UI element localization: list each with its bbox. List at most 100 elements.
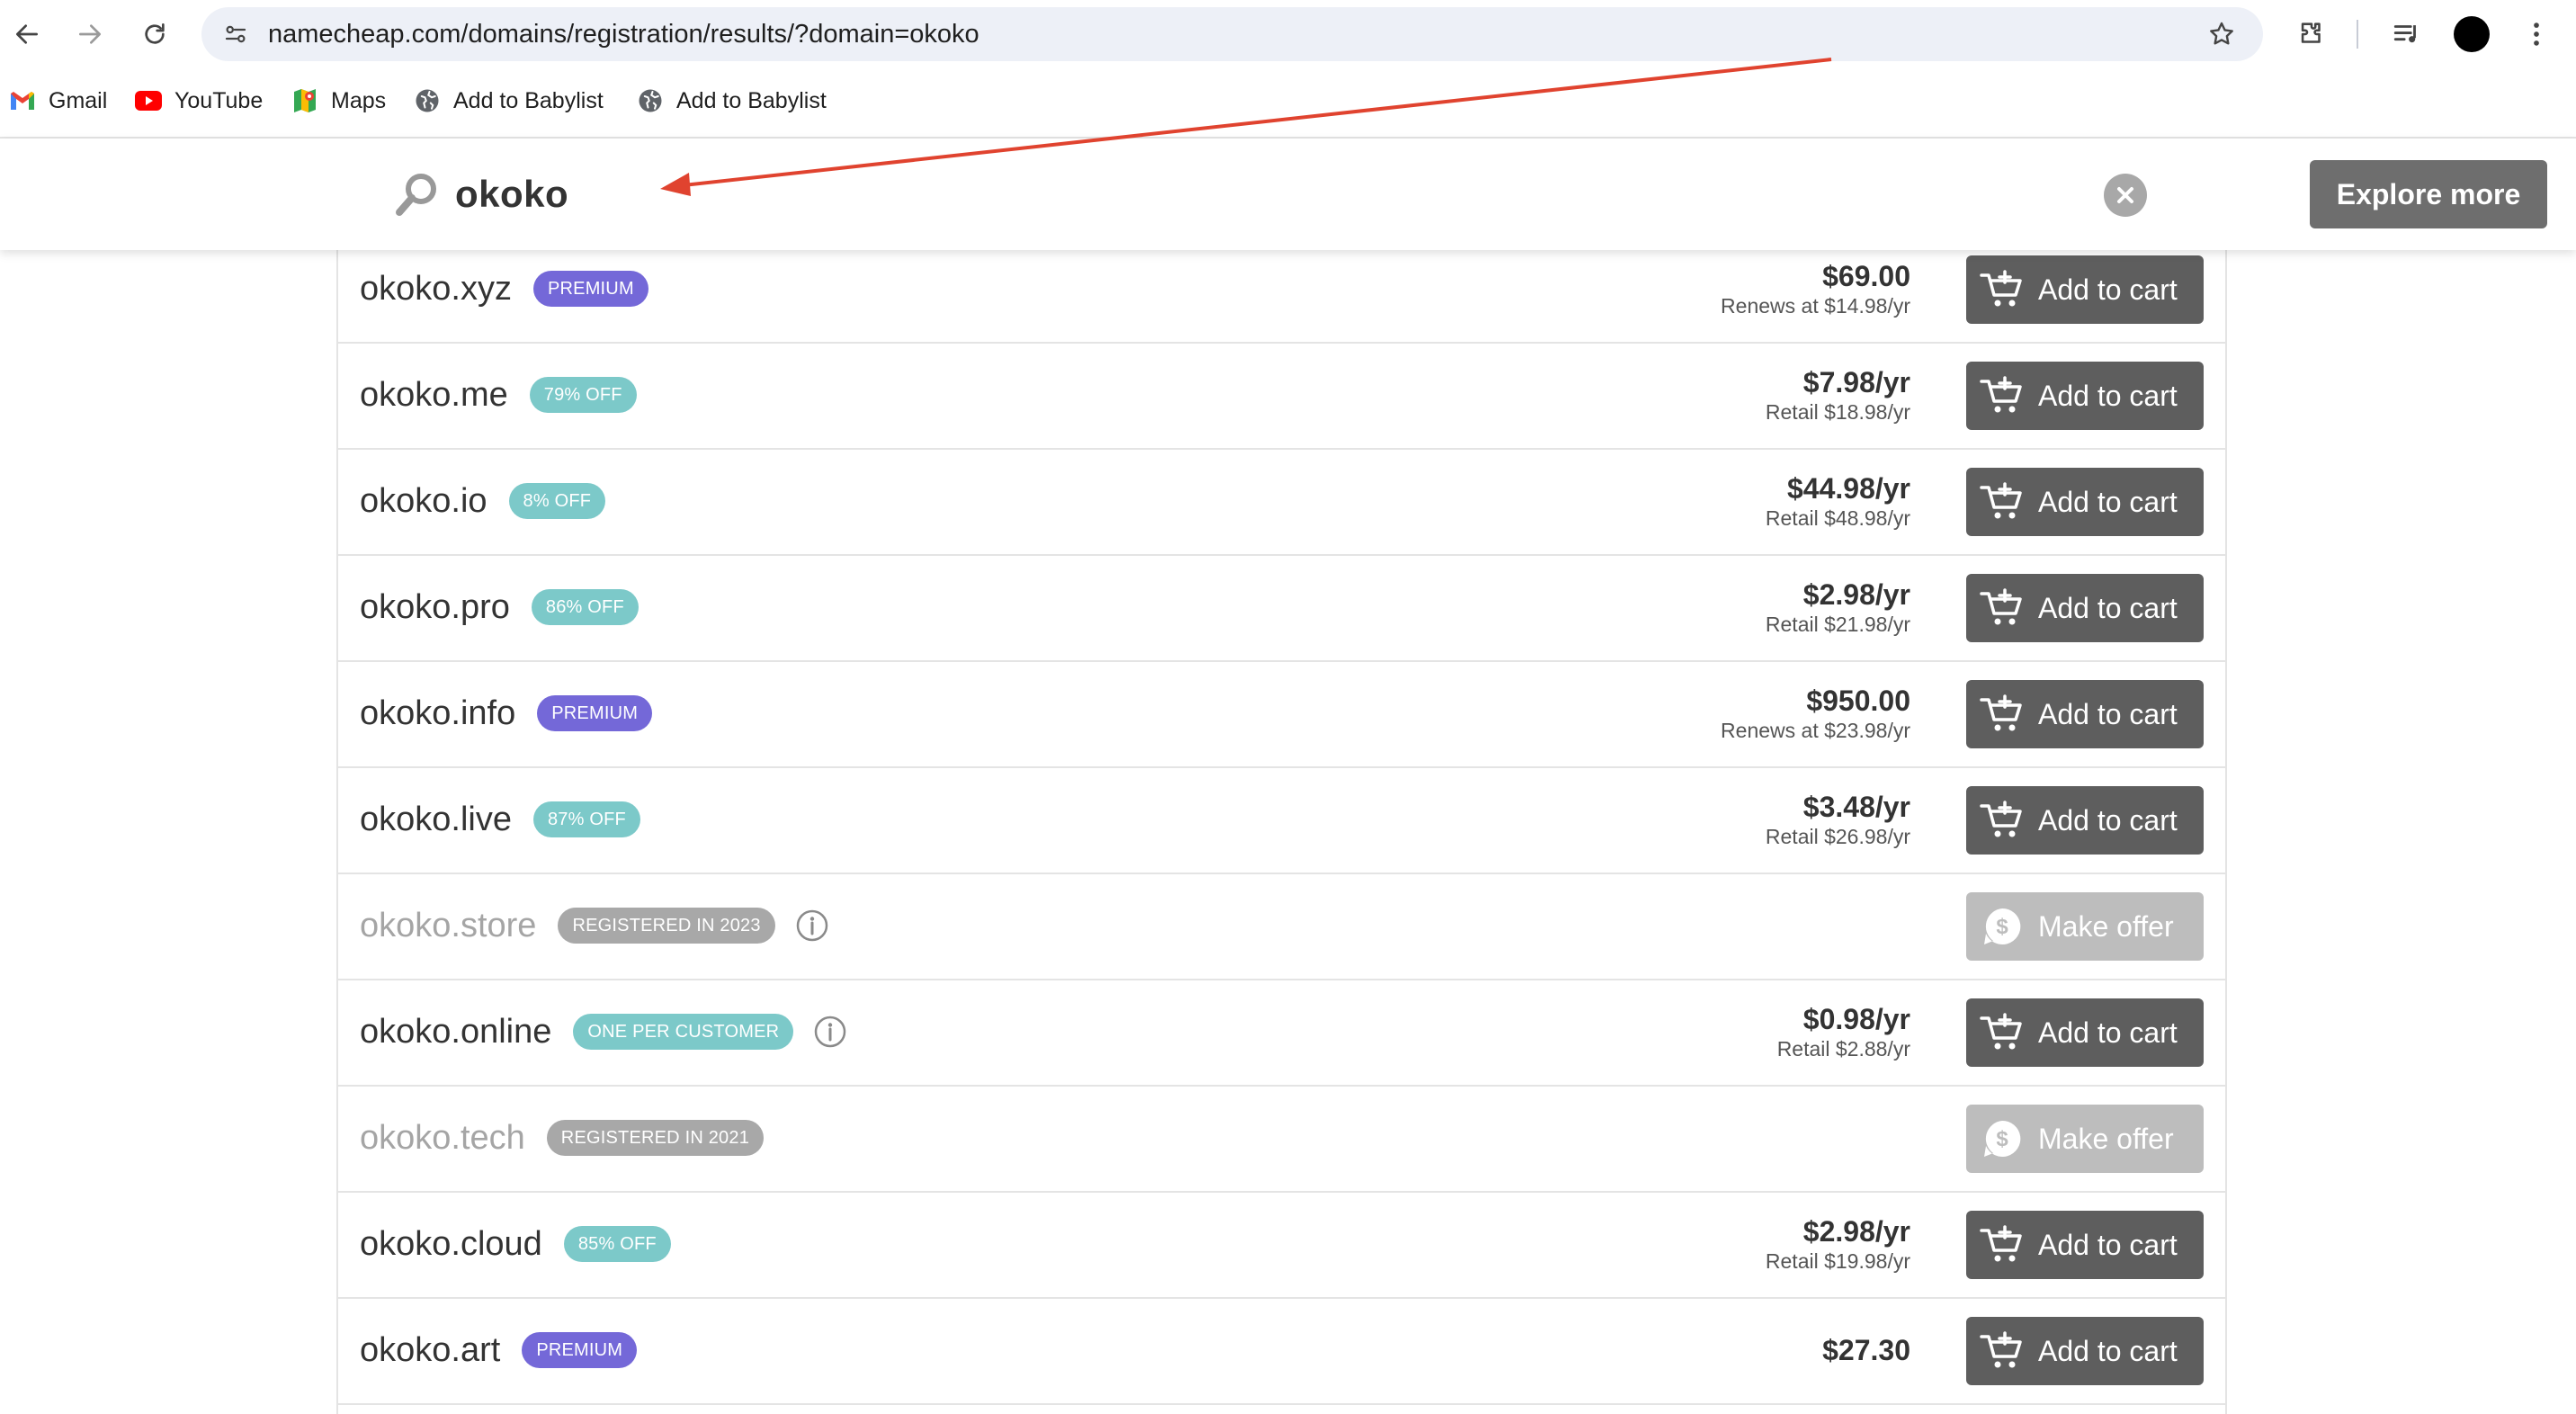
button-label: Add to cart: [2038, 1016, 2178, 1049]
puzzle-icon: [2301, 22, 2321, 43]
domain-name[interactable]: okoko.tech: [360, 1119, 525, 1158]
add-to-cart-button[interactable]: Add to cart: [1966, 255, 2204, 324]
status-badge: REGISTERED IN 2021: [546, 1120, 765, 1156]
gmail-icon: [7, 85, 38, 116]
domain-name[interactable]: okoko.cloud: [360, 1225, 542, 1264]
status-badge: PREMIUM: [537, 695, 653, 731]
price: $27.30: [1822, 1334, 1910, 1366]
button-label: Add to cart: [2038, 1228, 2178, 1261]
cart-icon: [1979, 1329, 2026, 1373]
button-label: Add to cart: [2038, 697, 2178, 730]
domain-info: okoko.xyz PREMIUM: [360, 236, 648, 342]
status-badge: ONE PER CUSTOMER: [573, 1014, 794, 1050]
bookmark-babylist-1[interactable]: Add to Babylist: [412, 81, 604, 121]
status-badge: REGISTERED IN 2023: [558, 908, 775, 944]
domain-name[interactable]: okoko.live: [360, 801, 512, 839]
address-url[interactable]: namecheap.com/domains/registration/resul…: [268, 7, 979, 61]
bookmark-star-icon[interactable]: [2204, 16, 2240, 52]
bookmark-babylist-2[interactable]: Add to Babylist: [635, 81, 827, 121]
domain-info: okoko.live 87% OFF: [360, 766, 640, 873]
domain-info: okoko.online ONE PER CUSTOMER: [360, 979, 847, 1085]
add-to-cart-button[interactable]: Add to cart: [1966, 998, 2204, 1067]
price-block: $950.00 Renews at $23.98/yr: [1721, 660, 1910, 766]
bookmark-label: YouTube: [174, 87, 264, 113]
add-to-cart-button[interactable]: Add to cart: [1966, 468, 2204, 536]
status-badge: 85% OFF: [563, 1226, 671, 1262]
browser-toolbar: namecheap.com/domains/registration/resul…: [0, 0, 2576, 68]
info-icon[interactable]: [795, 908, 829, 943]
domain-results-list: okoko.xyz PREMIUM $69.00 Renews at $14.98/y…: [336, 236, 2227, 1414]
cart-icon: [1979, 268, 2026, 311]
price-block: $0.98/yr Retail $2.88/yr: [1777, 979, 1910, 1085]
domain-result-row: okoko.tech REGISTERED IN 2021 $ Make offer: [338, 1085, 2225, 1193]
info-icon[interactable]: [813, 1015, 847, 1049]
make-offer-button[interactable]: $ Make offer: [1966, 892, 2204, 961]
domain-name[interactable]: okoko.xyz: [360, 270, 512, 309]
cart-icon: [1979, 374, 2026, 417]
forward-arrow-icon: [79, 24, 101, 44]
domain-name[interactable]: okoko.online: [360, 1013, 551, 1052]
forward-button[interactable]: [68, 13, 112, 56]
browser-menu-button[interactable]: [2515, 13, 2558, 56]
price-block: $27.30: [1822, 1297, 1910, 1403]
close-icon: [2117, 187, 2133, 203]
price-block: $7.98/yr Retail $18.98/yr: [1766, 342, 1910, 448]
clear-search-button[interactable]: [2104, 174, 2147, 217]
status-badge: 87% OFF: [532, 801, 640, 837]
price-note: Retail $2.88/yr: [1776, 1037, 1910, 1060]
bookmark-youtube[interactable]: YouTube: [133, 81, 263, 121]
domain-name[interactable]: okoko.art: [360, 1331, 500, 1370]
add-to-cart-button[interactable]: Add to cart: [1966, 574, 2204, 642]
maps-icon: [290, 85, 320, 116]
cart-icon: [1979, 586, 2026, 630]
price-block: $2.98/yr Retail $21.98/yr: [1766, 554, 1910, 660]
domain-result-row: okoko.pro 86% OFF $2.98/yr Retail $21.98/yr…: [338, 554, 2225, 662]
add-to-cart-button[interactable]: Add to cart: [1966, 786, 2204, 855]
globe-icon: [635, 85, 666, 116]
domain-name[interactable]: okoko.me: [360, 376, 508, 415]
address-bar[interactable]: namecheap.com/domains/registration/resul…: [201, 7, 2263, 61]
reload-button[interactable]: [133, 13, 176, 56]
bookmark-label: Add to Babylist: [676, 87, 827, 113]
svg-text:$: $: [1996, 915, 2008, 939]
domain-info: okoko.store REGISTERED IN 2023: [360, 873, 829, 979]
playlist-icon: [2393, 25, 2416, 43]
domain-result-row: okoko.art PREMIUM $27.30 Add to cart: [338, 1297, 2225, 1405]
dollar-bubble-icon: $: [1979, 905, 2026, 948]
price: $950.00: [1806, 685, 1910, 717]
extensions-button[interactable]: [2290, 13, 2333, 56]
bookmark-maps[interactable]: Maps: [290, 81, 386, 121]
site-info-icon[interactable]: [218, 16, 254, 52]
svg-text:$: $: [1996, 1127, 2008, 1151]
add-to-cart-button[interactable]: Add to cart: [1966, 362, 2204, 430]
domain-name[interactable]: okoko.store: [360, 907, 536, 945]
add-to-cart-button[interactable]: Add to cart: [1966, 1211, 2204, 1279]
add-to-cart-button[interactable]: Add to cart: [1966, 680, 2204, 748]
bookmark-gmail[interactable]: Gmail: [7, 81, 107, 121]
status-badge: 86% OFF: [531, 589, 639, 625]
price: $44.98/yr: [1786, 472, 1910, 505]
domain-result-row: okoko.live 87% OFF $3.48/yr Retail $26.98/y…: [338, 766, 2225, 874]
button-label: Add to cart: [2038, 591, 2178, 624]
price-block: $44.98/yr Retail $48.98/yr: [1766, 448, 1910, 554]
price-block: $2.98/yr Retail $19.98/yr: [1766, 1191, 1910, 1297]
domain-name[interactable]: okoko.pro: [360, 588, 510, 627]
domain-info: okoko.info PREMIUM: [360, 660, 653, 766]
domain-name[interactable]: okoko.io: [360, 482, 487, 521]
domain-info: okoko.art PREMIUM: [360, 1297, 638, 1403]
domain-name[interactable]: okoko.info: [360, 694, 515, 733]
make-offer-button[interactable]: $ Make offer: [1966, 1105, 2204, 1173]
add-to-cart-button[interactable]: Add to cart: [1966, 1317, 2204, 1385]
profile-avatar[interactable]: [2450, 13, 2493, 56]
back-button[interactable]: [5, 13, 49, 56]
toolbar-divider: [2357, 20, 2358, 49]
domain-info: okoko.io 8% OFF: [360, 448, 606, 554]
globe-icon: [412, 85, 443, 116]
explore-more-button[interactable]: Explore more: [2310, 160, 2547, 228]
bookmark-label: Gmail: [49, 87, 108, 113]
back-arrow-icon: [16, 24, 38, 44]
bookmark-label: Maps: [331, 87, 387, 113]
domain-search-input[interactable]: okoko: [455, 162, 568, 227]
price-note: Retail $19.98/yr: [1765, 1249, 1910, 1273]
media-control-button[interactable]: [2385, 13, 2428, 56]
